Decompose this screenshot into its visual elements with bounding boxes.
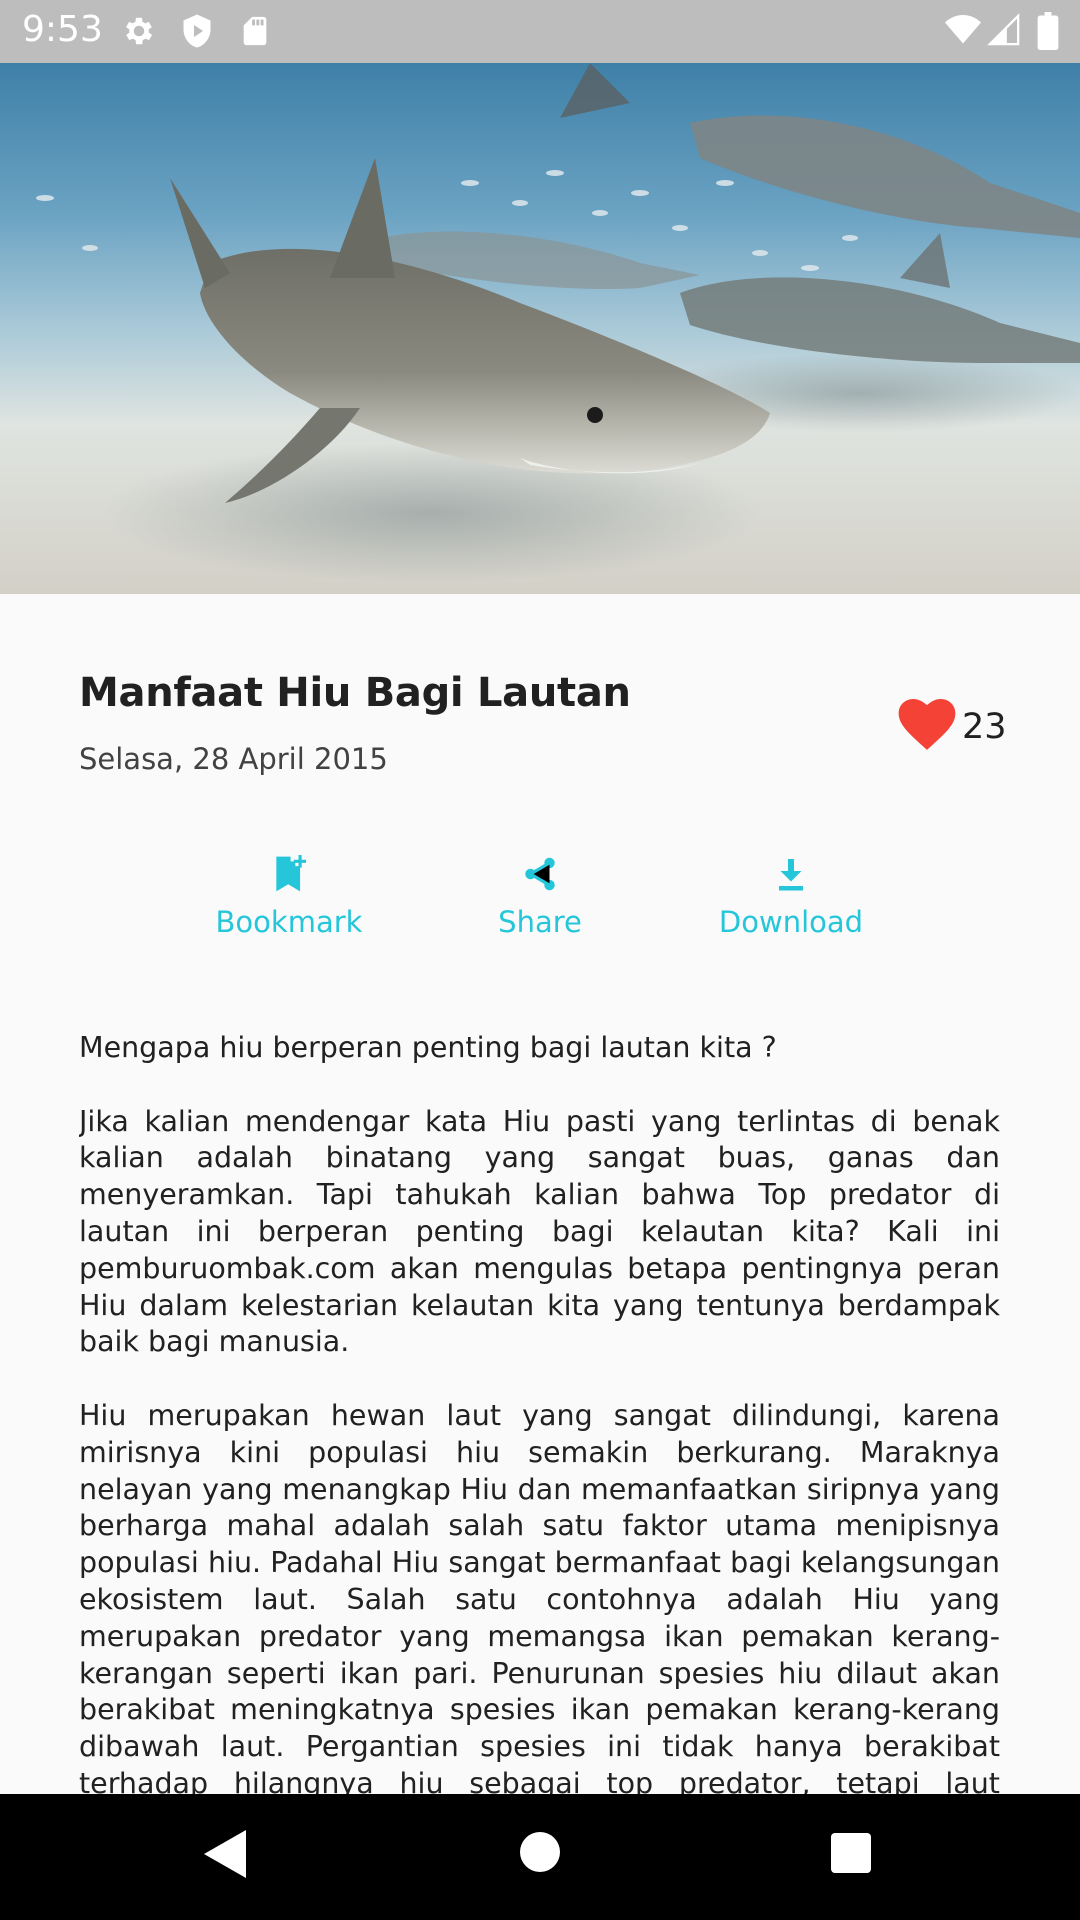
- article-paragraph: Jika kalian mendengar kata Hiu pasti yan…: [79, 1104, 1000, 1359]
- download-button[interactable]: Download: [681, 855, 901, 939]
- article-date: Selasa, 28 April 2015: [79, 742, 388, 776]
- share-label: Share: [498, 905, 582, 939]
- bookmark-label: Bookmark: [215, 905, 363, 939]
- shield-icon: [179, 13, 215, 54]
- home-icon[interactable]: [520, 1832, 560, 1877]
- article-title: Manfaat Hiu Bagi Lautan: [79, 670, 631, 716]
- like-count: 23: [962, 707, 1007, 747]
- navigation-bar: [0, 1794, 1080, 1920]
- share-icon: [430, 855, 650, 905]
- sd-card-icon: [238, 13, 272, 54]
- signal-icon: [987, 12, 1021, 53]
- battery-icon: [1037, 12, 1059, 55]
- article-paragraph: Mengapa hiu berperan penting bagi lautan…: [79, 1031, 777, 1064]
- article-body: Mengapa hiu berperan penting bagi lautan…: [79, 1030, 1000, 1794]
- recents-icon[interactable]: [831, 1833, 871, 1878]
- back-icon[interactable]: [204, 1830, 246, 1883]
- gear-icon: [121, 13, 157, 54]
- bookmark-button[interactable]: Bookmark: [179, 855, 399, 939]
- status-bar: 9:53: [0, 0, 1080, 63]
- hero-image: [0, 63, 1080, 594]
- download-icon: [681, 855, 901, 905]
- status-time: 9:53: [22, 9, 103, 50]
- share-button[interactable]: Share: [430, 855, 650, 939]
- article-paragraph: Hiu merupakan hewan laut yang sangat dil…: [79, 1398, 1000, 1794]
- download-label: Download: [718, 905, 864, 939]
- heart-icon: [898, 698, 956, 756]
- bookmark-add-icon: [179, 855, 399, 905]
- wifi-icon: [943, 12, 983, 53]
- like-button[interactable]: 23: [898, 697, 1007, 757]
